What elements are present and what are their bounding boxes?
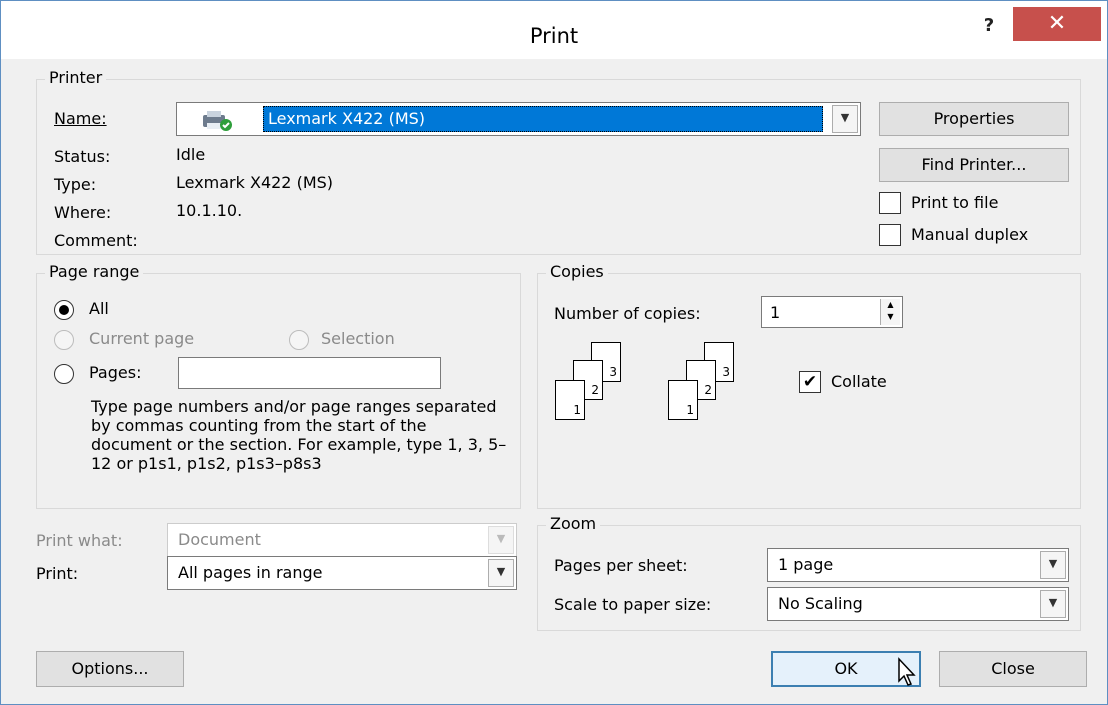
printer-name-value: Lexmark X422 (MS) [268, 109, 426, 128]
radio-selection-label[interactable]: Selection [321, 329, 395, 348]
scale-to-paper-value: No Scaling [778, 594, 863, 613]
status-label: Status: [54, 147, 111, 166]
pages-per-sheet-select[interactable]: 1 page ▼ [767, 548, 1069, 582]
name-label-text: Name: [54, 109, 107, 128]
properties-button[interactable]: Properties [879, 102, 1069, 136]
options-button[interactable]: Options... [36, 651, 184, 687]
help-icon[interactable]: ? [969, 11, 1009, 41]
radio-all[interactable] [54, 300, 74, 320]
ok-button-label: OK [834, 659, 858, 678]
print-select[interactable]: All pages in range ▼ [167, 556, 517, 590]
page-number-2: 2 [704, 383, 712, 397]
print-label: Print: [36, 564, 79, 583]
number-of-copies-value: 1 [770, 303, 781, 322]
print-dialog: Print ? ✕ Printer Name: Lexmark X422 (MS… [0, 0, 1108, 705]
radio-selection[interactable] [289, 330, 309, 350]
options-button-label: Options... [71, 659, 149, 678]
window-title: Print [529, 24, 579, 48]
status-value: Idle [176, 145, 206, 164]
chevron-down-icon[interactable]: ▼ [488, 559, 514, 587]
find-printer-button-label: Find Printer... [921, 155, 1027, 174]
chevron-down-icon[interactable]: ▼ [1040, 551, 1066, 579]
collate-label[interactable]: Collate [831, 372, 887, 391]
mouse-cursor-icon [898, 657, 916, 686]
print-what-label: Print what: [36, 531, 123, 550]
print-to-file-checkbox[interactable] [879, 192, 901, 214]
page-number-2: 2 [591, 383, 599, 397]
scale-to-paper-select[interactable]: No Scaling ▼ [767, 587, 1069, 621]
dialog-client-area: Printer Name: Lexmark X422 (MS) ▼ Proper… [21, 59, 1101, 695]
chevron-down-icon[interactable]: ▼ [832, 105, 858, 133]
pages-per-sheet-label: Pages per sheet: [554, 556, 688, 575]
radio-current-page-label[interactable]: Current page [89, 329, 194, 348]
close-icon[interactable]: ✕ [1013, 7, 1101, 41]
radio-pages[interactable] [54, 364, 74, 384]
print-what-value: Document [178, 530, 261, 549]
chevron-down-icon[interactable]: ▼ [488, 526, 514, 554]
find-printer-button[interactable]: Find Printer... [879, 148, 1069, 182]
spinner-icon[interactable]: ▲ ▼ [880, 299, 900, 325]
chevron-down-icon[interactable]: ▼ [1040, 590, 1066, 618]
number-of-copies-input[interactable]: 1 ▲ ▼ [761, 296, 903, 328]
printer-icon [203, 111, 232, 131]
close-button-label: Close [991, 659, 1035, 678]
manual-duplex-checkbox[interactable] [879, 224, 901, 246]
radio-pages-label[interactable]: Pages: [89, 363, 141, 382]
where-label: Where: [54, 203, 112, 222]
page-stack-icon: 1 [555, 380, 585, 420]
printer-name-highlight: Lexmark X422 (MS) [263, 106, 823, 132]
copies-group-title: Copies [546, 262, 608, 281]
where-value: 10.1.10. [176, 201, 243, 220]
page-range-hint: Type page numbers and/or page ranges sep… [91, 397, 507, 473]
number-of-copies-label: Number of copies: [554, 304, 701, 323]
print-value: All pages in range [178, 563, 323, 582]
page-range-group-title: Page range [45, 262, 144, 281]
title-bar: Print ? ✕ [1, 1, 1107, 59]
radio-all-label[interactable]: All [89, 299, 109, 318]
printer-name-select[interactable]: Lexmark X422 (MS) ▼ [176, 102, 861, 136]
manual-duplex-label[interactable]: Manual duplex [911, 225, 1028, 244]
comment-label: Comment: [54, 231, 138, 250]
zoom-group-title: Zoom [546, 514, 601, 533]
page-number-1: 1 [573, 403, 581, 417]
type-label: Type: [54, 175, 97, 194]
printer-group-title: Printer [45, 68, 107, 87]
properties-button-label: Properties [933, 109, 1015, 128]
page-number-3: 3 [722, 365, 730, 379]
page-stack-icon: 1 [668, 380, 698, 420]
page-number-1: 1 [686, 403, 694, 417]
collate-checkbox[interactable]: ✔ [799, 371, 821, 393]
print-what-select[interactable]: Document ▼ [167, 523, 517, 557]
print-to-file-label[interactable]: Print to file [911, 193, 998, 212]
name-label: Name: [54, 109, 107, 128]
type-value: Lexmark X422 (MS) [176, 173, 334, 192]
close-button[interactable]: Close [939, 651, 1087, 687]
pages-per-sheet-value: 1 page [778, 555, 834, 574]
scale-to-paper-label: Scale to paper size: [554, 595, 712, 614]
radio-current-page[interactable] [54, 330, 74, 350]
pages-input[interactable] [178, 357, 441, 389]
page-number-3: 3 [609, 365, 617, 379]
